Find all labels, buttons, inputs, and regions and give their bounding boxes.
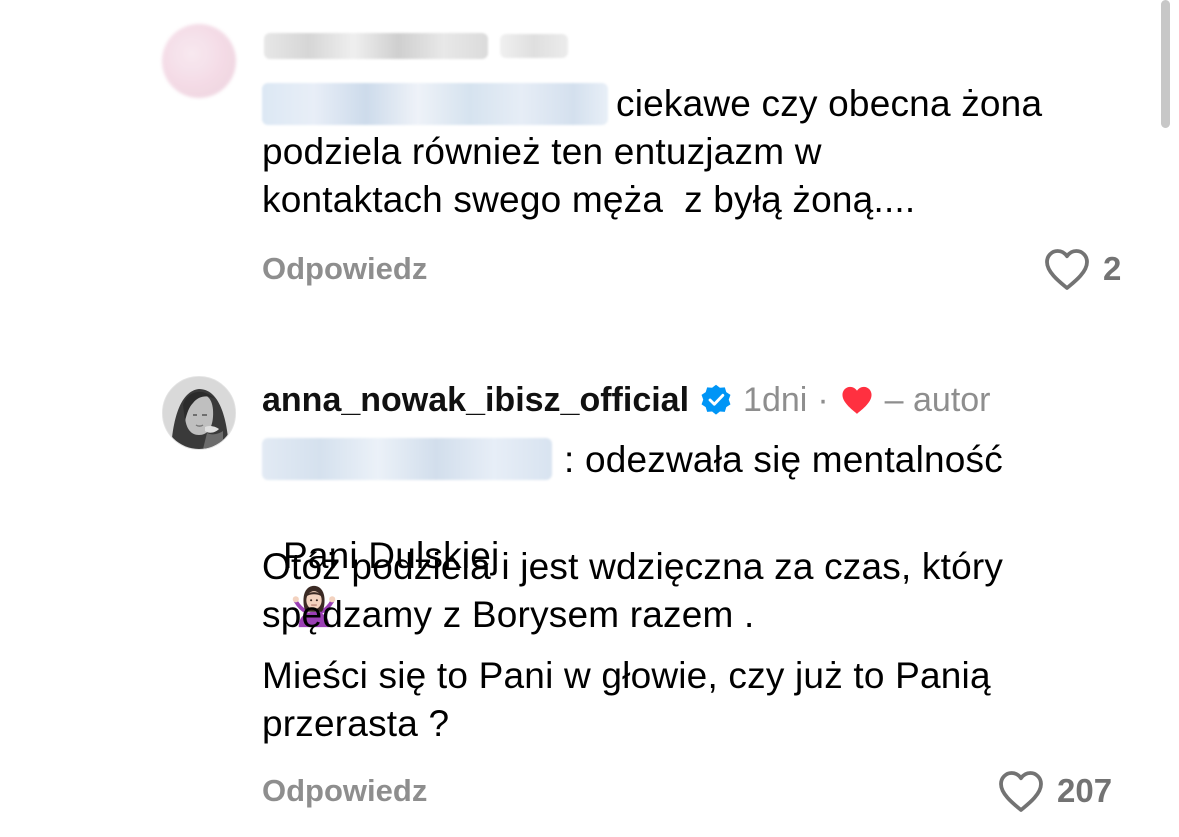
comment-text: ciekawe czy obecna żona podziela również… — [262, 83, 1043, 220]
separator-dot: · — [817, 380, 829, 419]
redacted-time — [500, 34, 568, 58]
like-button[interactable]: 207 — [997, 769, 1112, 813]
scrollbar[interactable] — [1161, 0, 1170, 128]
comment-header: anna_nowak_ibisz_official 1dni · – autor — [262, 378, 991, 422]
like-button[interactable]: 2 — [1043, 247, 1121, 291]
reply-button[interactable]: Odpowiedz — [262, 773, 427, 809]
comment-time: 1dni — [743, 380, 808, 419]
comment-line: : odezwała się mentalność — [564, 439, 1003, 480]
reply-button[interactable]: Odpowiedz — [262, 251, 427, 287]
author-tag: – autor — [884, 380, 991, 419]
comment-paragraph: Mieści się to Pani w głowie, czy już to … — [262, 655, 991, 744]
verified-badge-icon — [701, 384, 731, 415]
like-count: 207 — [1057, 772, 1113, 809]
portrait-image — [163, 377, 235, 449]
redacted-username — [264, 33, 488, 59]
like-count: 2 — [1103, 250, 1122, 287]
author-username[interactable]: anna_nowak_ibisz_official — [262, 381, 689, 420]
avatar[interactable] — [162, 376, 236, 450]
heart-filled-icon — [842, 386, 872, 414]
heart-outline-icon — [999, 771, 1043, 812]
heart-outline-icon — [1045, 249, 1089, 290]
avatar[interactable] — [162, 24, 236, 98]
comment-paragraph: Otóż podziela i jest wdzięczna za czas, … — [262, 546, 1004, 635]
redacted-mention — [262, 438, 552, 480]
